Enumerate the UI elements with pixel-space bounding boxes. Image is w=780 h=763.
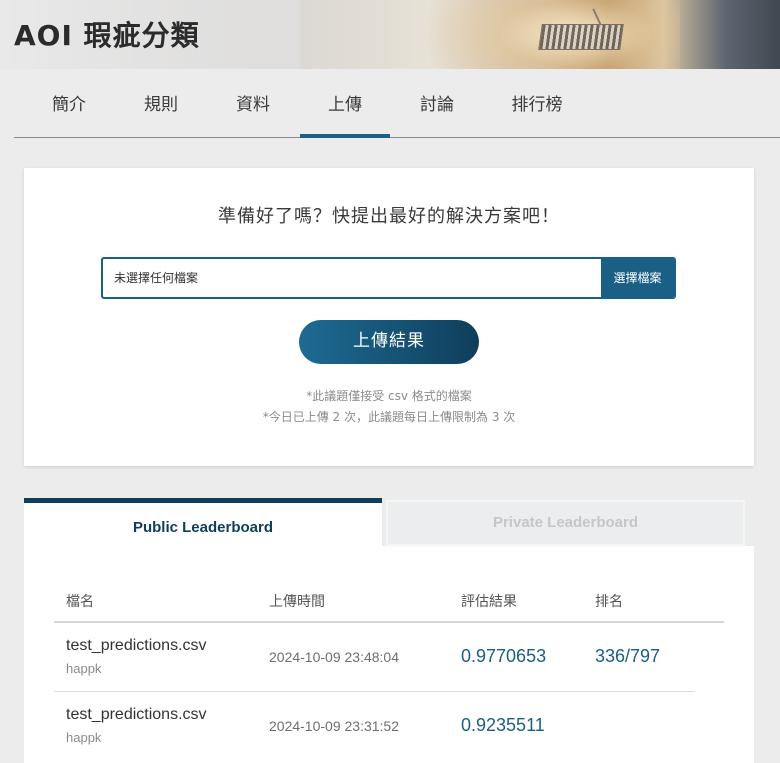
row-user: happk <box>66 661 102 676</box>
row-time: 2024-10-09 23:31:52 <box>269 718 399 734</box>
page-title: AOI 瑕疵分類 <box>14 19 200 52</box>
nav-tabs: 簡介 規則 資料 上傳 討論 排行榜 <box>14 69 780 138</box>
leaderboard-tabs: Public Leaderboard Private Leaderboard <box>24 498 754 546</box>
tab-public-leaderboard[interactable]: Public Leaderboard <box>24 498 382 546</box>
column-header-score: 評估結果 <box>461 594 517 610</box>
choose-file-button[interactable]: 選擇檔案 <box>601 259 674 297</box>
probe-image <box>592 8 602 26</box>
file-input[interactable]: 未選擇任何檔案 選擇檔案 <box>101 257 676 299</box>
row-file-name: test_predictions.csv <box>66 706 207 723</box>
header-banner: AOI 瑕疵分類 <box>0 0 780 69</box>
limit-note: *今日已上傳 2 次，此議題每日上傳限制為 3 次 <box>262 410 516 424</box>
file-status: 未選擇任何檔案 <box>114 271 199 285</box>
table-row: test_predictions.csv happk 2024-10-09 23… <box>54 692 694 761</box>
tab-upload[interactable]: 上傳 <box>300 69 390 138</box>
column-header-rank: 排名 <box>595 594 623 610</box>
tab-intro[interactable]: 簡介 <box>24 69 114 137</box>
leaderboard-table: 檔名 上傳時間 評估結果 排名 test_predictions.csv hap… <box>24 546 754 763</box>
submit-button[interactable]: 上傳結果 <box>299 320 479 364</box>
row-user: happk <box>66 730 102 745</box>
tab-private-leaderboard[interactable]: Private Leaderboard <box>386 500 745 546</box>
row-rank: 336/797 <box>595 646 661 666</box>
tab-rules[interactable]: 規則 <box>116 69 206 137</box>
tab-data[interactable]: 資料 <box>208 69 298 137</box>
format-note: *此議題僅接受 csv 格式的檔案 <box>306 389 472 403</box>
row-time: 2024-10-09 23:48:04 <box>269 649 399 665</box>
row-file-name: test_predictions.csv <box>66 637 207 654</box>
table-row: test_predictions.csv happk 2024-10-09 23… <box>54 623 694 692</box>
row-score: 0.9770653 <box>461 646 547 666</box>
chip-image <box>538 24 624 50</box>
tab-leaderboard[interactable]: 排行榜 <box>492 69 582 137</box>
upload-card: 準備好了嗎？快提出最好的解決方案吧！ 未選擇任何檔案 選擇檔案 上傳結果 *此議… <box>24 168 754 466</box>
tab-discussion[interactable]: 討論 <box>392 69 482 137</box>
column-header-time: 上傳時間 <box>269 594 325 610</box>
row-score: 0.9235511 <box>461 715 545 735</box>
upload-prompt: 準備好了嗎？快提出最好的解決方案吧！ <box>218 206 560 227</box>
column-header-file: 檔名 <box>66 594 94 610</box>
